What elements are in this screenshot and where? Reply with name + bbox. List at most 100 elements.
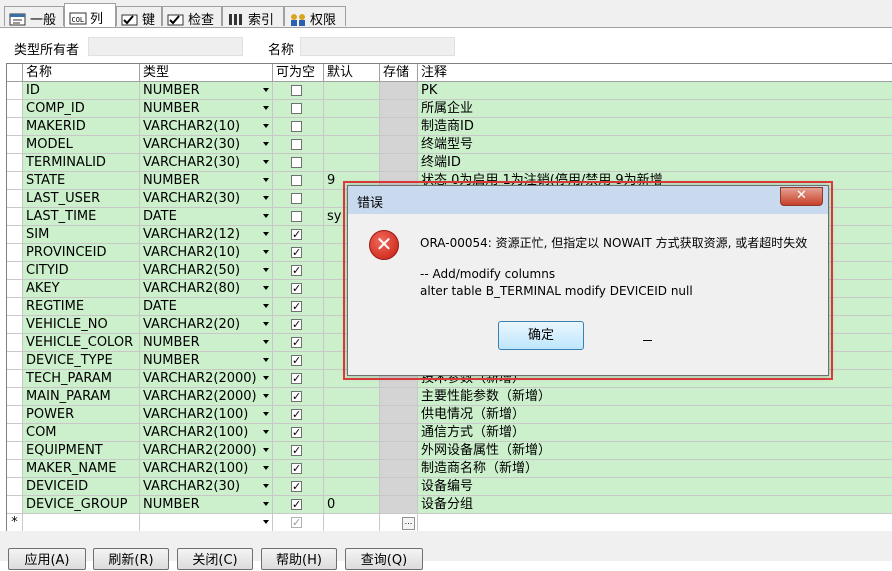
storage-cell[interactable] [380, 82, 418, 100]
column-type-cell[interactable]: VARCHAR2(12) [140, 226, 273, 244]
column-name-cell[interactable]: PROVINCEID [23, 244, 140, 262]
nullable-checkbox[interactable]: ✓ [291, 355, 302, 366]
row-indicator[interactable] [7, 334, 23, 352]
row-indicator[interactable] [7, 496, 23, 514]
column-type-cell[interactable]: VARCHAR2(30) [140, 478, 273, 496]
type-dropdown-arrow-icon[interactable] [263, 178, 269, 182]
ok-button[interactable]: 确定 [498, 321, 584, 350]
row-indicator[interactable] [7, 460, 23, 478]
type-dropdown-arrow-icon[interactable] [263, 394, 269, 398]
default-cell[interactable]: 0 [324, 496, 380, 514]
type-dropdown-arrow-icon[interactable] [263, 304, 269, 308]
default-cell[interactable] [324, 478, 380, 496]
comment-cell[interactable]: 终端ID [418, 154, 892, 172]
nullable-checkbox[interactable] [291, 85, 302, 96]
comment-cell[interactable]: 外网设备属性（新增） [418, 442, 892, 460]
column-type-cell[interactable]: DATE [140, 298, 273, 316]
table-row[interactable]: MAKER_NAME VARCHAR2(100) ✓ 制造商名称（新增） [7, 460, 892, 478]
tab-keys[interactable]: 键 [116, 6, 162, 28]
comment-cell[interactable]: 供电情况（新增） [418, 406, 892, 424]
type-dropdown-arrow-icon[interactable] [263, 196, 269, 200]
column-name-cell[interactable]: CITYID [23, 262, 140, 280]
storage-cell[interactable] [380, 460, 418, 478]
type-dropdown-arrow-icon[interactable] [263, 376, 269, 380]
column-name-cell[interactable]: TERMINALID [23, 154, 140, 172]
header-default[interactable]: 默认 [324, 64, 380, 82]
type-dropdown-arrow-icon[interactable] [263, 232, 269, 236]
dialog-close-button[interactable]: ✕ [780, 187, 823, 206]
storage-cell[interactable] [380, 154, 418, 172]
column-name-cell[interactable]: DEVICE_GROUP [23, 496, 140, 514]
row-indicator[interactable] [7, 244, 23, 262]
header-type[interactable]: 类型 [140, 64, 273, 82]
table-row[interactable]: DEVICE_GROUP NUMBER ✓ 0 设备分组 [7, 496, 892, 514]
comment-cell[interactable]: 设备分组 [418, 496, 892, 514]
column-type-cell[interactable]: VARCHAR2(30) [140, 154, 273, 172]
row-indicator[interactable] [7, 478, 23, 496]
nullable-checkbox[interactable] [291, 103, 302, 114]
default-cell[interactable] [324, 514, 380, 531]
table-row[interactable]: COM VARCHAR2(100) ✓ 通信方式（新增） [7, 424, 892, 442]
default-cell[interactable] [324, 100, 380, 118]
row-indicator[interactable] [7, 136, 23, 154]
row-indicator[interactable] [7, 190, 23, 208]
nullable-checkbox[interactable] [291, 211, 302, 222]
nullable-checkbox[interactable]: ✓ [291, 301, 302, 312]
comment-cell[interactable]: 制造商ID [418, 118, 892, 136]
column-type-cell[interactable]: VARCHAR2(2000) [140, 370, 273, 388]
table-row[interactable]: MODEL VARCHAR2(30) 终端型号 [7, 136, 892, 154]
column-name-cell[interactable]: MODEL [23, 136, 140, 154]
column-type-cell[interactable]: VARCHAR2(50) [140, 262, 273, 280]
column-name-cell[interactable]: STATE [23, 172, 140, 190]
row-indicator[interactable] [7, 154, 23, 172]
type-dropdown-arrow-icon[interactable] [263, 160, 269, 164]
table-row[interactable]: COMP_ID NUMBER 所属企业 [7, 100, 892, 118]
storage-cell[interactable] [380, 424, 418, 442]
column-type-cell[interactable]: VARCHAR2(30) [140, 190, 273, 208]
tab-general[interactable]: 一般 [4, 6, 64, 28]
nullable-checkbox[interactable]: ✓ [291, 247, 302, 258]
type-dropdown-arrow-icon[interactable] [263, 520, 269, 524]
comment-cell[interactable]: 设备编号 [418, 478, 892, 496]
row-indicator[interactable] [7, 370, 23, 388]
type-dropdown-arrow-icon[interactable] [263, 322, 269, 326]
column-type-cell[interactable]: VARCHAR2(10) [140, 118, 273, 136]
comment-cell[interactable]: 通信方式（新增） [418, 424, 892, 442]
column-name-cell[interactable]: LAST_USER [23, 190, 140, 208]
column-name-cell[interactable]: AKEY [23, 280, 140, 298]
nullable-checkbox[interactable]: ✓ [291, 499, 302, 510]
dialog-title-bar[interactable]: 错误 ✕ [348, 186, 828, 214]
column-type-cell[interactable]: VARCHAR2(2000) [140, 388, 273, 406]
type-dropdown-arrow-icon[interactable] [263, 412, 269, 416]
type-dropdown-arrow-icon[interactable] [263, 106, 269, 110]
type-owner-field[interactable] [88, 37, 243, 56]
nullable-checkbox[interactable] [291, 139, 302, 150]
row-indicator[interactable] [7, 406, 23, 424]
column-name-cell[interactable]: MAIN_PARAM [23, 388, 140, 406]
row-indicator[interactable] [7, 226, 23, 244]
column-name-cell[interactable]: SIM [23, 226, 140, 244]
type-dropdown-arrow-icon[interactable] [263, 250, 269, 254]
type-dropdown-arrow-icon[interactable] [263, 430, 269, 434]
table-row[interactable]: POWER VARCHAR2(100) ✓ 供电情况（新增） [7, 406, 892, 424]
column-name-cell[interactable]: LAST_TIME [23, 208, 140, 226]
column-name-cell[interactable]: COMP_ID [23, 100, 140, 118]
apply-button[interactable]: 应用(A) [8, 548, 86, 570]
type-dropdown-arrow-icon[interactable] [263, 340, 269, 344]
table-row[interactable]: TERMINALID VARCHAR2(30) 终端ID [7, 154, 892, 172]
type-dropdown-arrow-icon[interactable] [263, 484, 269, 488]
nullable-checkbox[interactable]: ✓ [291, 229, 302, 240]
storage-cell[interactable] [380, 388, 418, 406]
header-storage[interactable]: 存储 [380, 64, 418, 82]
nullable-checkbox[interactable] [291, 175, 302, 186]
comment-cell[interactable]: 制造商名称（新增） [418, 460, 892, 478]
tab-privileges[interactable]: 权限 [284, 6, 346, 28]
column-name-cell[interactable]: COM [23, 424, 140, 442]
default-cell[interactable] [324, 406, 380, 424]
storage-cell[interactable] [380, 118, 418, 136]
comment-cell[interactable] [418, 514, 892, 531]
table-row[interactable]: EQUIPMENT VARCHAR2(2000) ✓ 外网设备属性（新增） [7, 442, 892, 460]
row-indicator[interactable] [7, 82, 23, 100]
row-indicator[interactable] [7, 280, 23, 298]
query-button[interactable]: 查询(Q) [345, 548, 423, 570]
